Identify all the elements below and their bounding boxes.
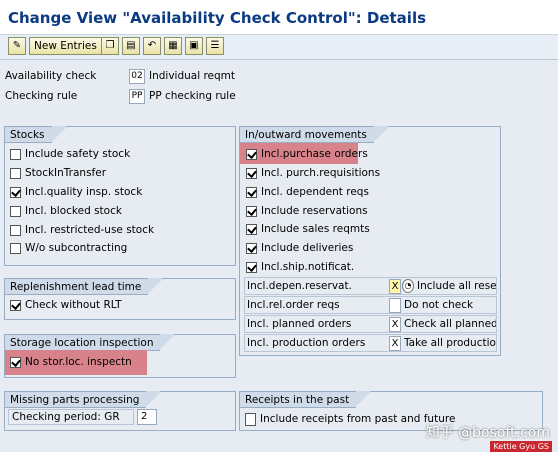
checkbox-icon[interactable] [10, 167, 21, 179]
title-bar: Change View "Availability Check Control"… [0, 0, 558, 35]
grid-row-label: Incl.depen.reservat. [247, 280, 352, 292]
checkbox-checked-icon[interactable] [246, 186, 257, 198]
delete-icon[interactable]: ▤ [122, 37, 140, 55]
checkbox-checked-icon[interactable] [246, 167, 257, 179]
include-sales-reqmts-checkbox[interactable]: Include sales reqmts [246, 221, 370, 237]
checkbox-checked-icon[interactable] [246, 242, 257, 254]
availability-check-text: Individual reqmt [149, 70, 236, 82]
checking-rule-text: PP checking rule [149, 90, 236, 102]
checkbox-checked-icon[interactable] [246, 223, 257, 235]
incl-purchase-orders-checkbox[interactable]: Incl.purchase orders [246, 146, 368, 162]
checkbox-icon[interactable] [10, 205, 21, 217]
incl-production-orders-row: Incl. production orders X Take all produ… [244, 334, 497, 352]
grid-value-field[interactable]: X [389, 336, 401, 351]
check-without-rlt-checkbox[interactable]: Check without RLT [10, 297, 122, 313]
checking-period-input[interactable]: 2 [137, 409, 157, 425]
checking-rule-code[interactable]: PP [129, 89, 145, 104]
select-block-icon[interactable]: ☰ [206, 37, 224, 55]
checkbox-checked-icon[interactable] [10, 186, 21, 198]
incl-purch-requisitions-checkbox[interactable]: Incl. purch.requisitions [246, 165, 380, 181]
grid-value-field[interactable] [389, 298, 401, 313]
incl-quality-insp-stock-checkbox[interactable]: Incl.quality insp. stock [10, 184, 142, 200]
checking-period-label-box: Checking period: GR [8, 409, 134, 425]
checkbox-checked-icon[interactable] [10, 356, 21, 368]
grid-row-label: Incl. production orders [247, 337, 366, 349]
checkbox-icon[interactable] [245, 412, 256, 426]
availability-check-code[interactable]: 02 [129, 69, 145, 84]
checking-rule-label: Checking rule [5, 90, 78, 102]
missing-parts-title: Missing parts processing [5, 391, 161, 408]
inout-movements-title: In/outward movements [240, 126, 388, 143]
incl-depen-reservat-row: Incl.depen.reservat. X ◔ Include all res… [244, 277, 497, 295]
include-deliveries-checkbox[interactable]: Include deliveries [246, 240, 353, 256]
include-receipts-past-future-checkbox[interactable]: Include receipts from past and future [245, 411, 455, 427]
checkbox-icon[interactable] [10, 242, 21, 254]
edit-icon[interactable]: ✎ [8, 37, 26, 55]
application-toolbar: ✎ New Entries ❐ ▤ ↶ ▦ ▣ ☰ [0, 35, 558, 60]
incl-rel-order-reqs-row: Incl.rel.order reqs Do not check [244, 296, 497, 314]
checkbox-icon[interactable] [10, 224, 21, 236]
grid-value-field[interactable]: X [389, 279, 401, 294]
grid-value-description: Take all production [404, 337, 496, 349]
incl-dependent-reqs-checkbox[interactable]: Incl. dependent reqs [246, 184, 369, 200]
incl-blocked-stock-checkbox[interactable]: Incl. blocked stock [10, 203, 122, 219]
select-all-icon[interactable]: ▦ [164, 37, 182, 55]
include-safety-stock-checkbox[interactable]: Include safety stock [10, 146, 130, 162]
stocks-title: Stocks [5, 126, 66, 143]
grid-value-description: Do not check [404, 299, 474, 311]
no-stor-loc-inspectn-checkbox[interactable]: No stor.loc. inspectn [10, 354, 132, 370]
checkbox-checked-icon[interactable] [246, 148, 257, 160]
incl-ship-notificat-checkbox[interactable]: Incl.ship.notificat. [246, 259, 354, 275]
replenishment-title: Replenishment lead time [5, 278, 163, 295]
incl-planned-orders-row: Incl. planned orders X Check all planned… [244, 315, 497, 333]
copy-icon[interactable]: ❐ [101, 37, 119, 55]
stock-in-transfer-checkbox[interactable]: StockInTransfer [10, 165, 106, 181]
watermark-text: 知乎 @bosoft.com [425, 425, 550, 441]
checking-period-label: Checking period: GR [12, 411, 120, 423]
incl-restricted-use-stock-checkbox[interactable]: Incl. restricted-use stock [10, 222, 154, 238]
value-help-icon[interactable]: ◔ [402, 279, 414, 293]
receipts-title: Receipts in the past [240, 391, 371, 408]
grid-value-description: Check all planned or [404, 318, 496, 330]
checkbox-icon[interactable] [10, 148, 21, 160]
grid-value-field[interactable]: X [389, 317, 401, 332]
checkbox-checked-icon[interactable] [246, 205, 257, 217]
undo-icon[interactable]: ↶ [143, 37, 161, 55]
grid-row-label: Incl. planned orders [247, 318, 352, 330]
grid-row-label: Incl.rel.order reqs [247, 299, 340, 311]
checkbox-checked-icon[interactable] [10, 299, 21, 311]
stamp-badge: Kettie Gyu GS [490, 441, 552, 452]
storage-location-title: Storage location inspection [5, 334, 175, 351]
page-title: Change View "Availability Check Control"… [8, 9, 427, 27]
without-subcontracting-checkbox[interactable]: W/o subcontracting [10, 240, 127, 256]
new-entries-button[interactable]: New Entries [29, 37, 102, 55]
deselect-icon[interactable]: ▣ [185, 37, 203, 55]
grid-value-description: Include all reservatio [417, 280, 497, 292]
checkbox-checked-icon[interactable] [246, 261, 257, 273]
availability-check-label: Availability check [5, 70, 97, 82]
include-reservations-checkbox[interactable]: Include reservations [246, 203, 368, 219]
